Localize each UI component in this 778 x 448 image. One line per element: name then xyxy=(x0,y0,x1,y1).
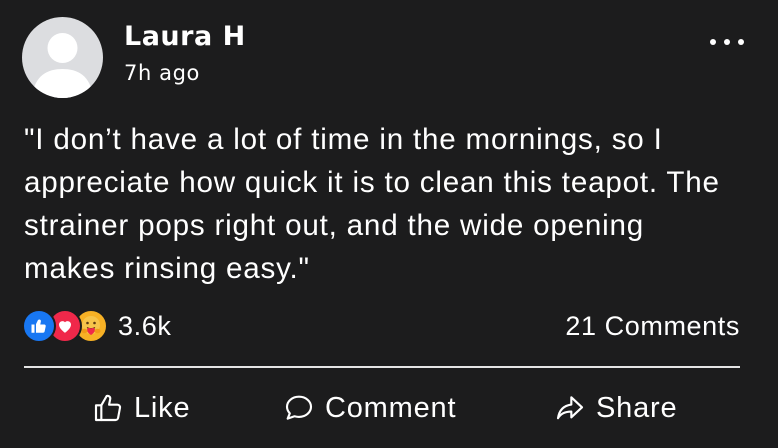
post-card: Laura H 7h ago "I don’t have a lot of ti… xyxy=(0,0,778,448)
divider xyxy=(24,366,740,368)
thumbs-up-icon xyxy=(92,392,124,424)
comment-button[interactable]: Comment xyxy=(283,382,456,434)
post-body: "I don’t have a lot of time in the morni… xyxy=(24,123,720,285)
avatar[interactable] xyxy=(22,17,103,98)
action-bar: Like Comment Share xyxy=(24,382,740,434)
like-button[interactable]: Like xyxy=(92,382,190,434)
post-timestamp[interactable]: 7h ago xyxy=(124,58,200,88)
default-avatar-icon xyxy=(32,33,93,98)
comment-bubble-icon xyxy=(283,392,315,424)
comment-label: Comment xyxy=(325,391,457,424)
reactions-summary[interactable]: 3.6k xyxy=(22,308,171,344)
more-options-icon[interactable] xyxy=(710,32,744,52)
like-reaction-icon xyxy=(22,309,56,343)
author-name[interactable]: Laura H xyxy=(124,20,246,54)
share-button[interactable]: Share xyxy=(554,382,677,434)
like-label: Like xyxy=(134,391,191,424)
share-arrow-icon xyxy=(554,392,586,424)
comments-count[interactable]: 21 Comments xyxy=(565,308,740,344)
reaction-count[interactable]: 3.6k xyxy=(118,308,171,344)
share-label: Share xyxy=(596,391,678,424)
